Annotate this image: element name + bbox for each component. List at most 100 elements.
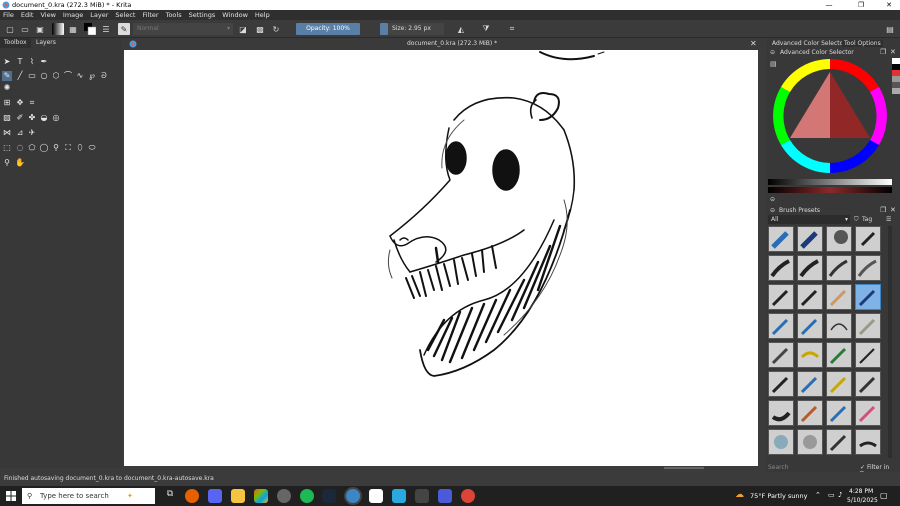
menu-settings[interactable]: Settings: [189, 11, 216, 19]
ellipse-select-icon[interactable]: ◌: [15, 143, 25, 153]
crop-tool-icon[interactable]: ⌗: [27, 98, 37, 108]
freehand-brush-icon[interactable]: ✎: [2, 71, 12, 81]
network-icon[interactable]: ▭: [828, 491, 835, 499]
clock-date[interactable]: 5/10/2025: [847, 497, 878, 504]
multibrush-icon[interactable]: ✺: [2, 83, 12, 93]
polygon-select-icon[interactable]: ⬠: [27, 143, 37, 153]
rectangle-tool-icon[interactable]: ▭: [27, 71, 37, 81]
opacity-slider[interactable]: Opacity: 100%: [296, 23, 360, 35]
maximize-button[interactable]: ❐: [850, 0, 872, 10]
assistant-tool-icon[interactable]: ⋈: [2, 128, 12, 138]
brush-preset[interactable]: [826, 284, 852, 310]
ellipse-tool-icon[interactable]: ○: [39, 71, 49, 81]
brush-preset[interactable]: [797, 371, 823, 397]
menu-view[interactable]: View: [40, 11, 55, 19]
brush-preset[interactable]: [768, 226, 794, 252]
mirror-vertical-icon[interactable]: ⧩: [480, 23, 492, 35]
krita-taskbar-icon[interactable]: [346, 489, 360, 503]
windows-start-icon[interactable]: [6, 491, 16, 501]
spotify-icon[interactable]: [300, 489, 314, 503]
steam-icon[interactable]: [322, 489, 336, 503]
weather-icon[interactable]: ☁: [735, 490, 744, 500]
eraser-toggle-icon[interactable]: ◪: [237, 23, 249, 35]
polygon-tool-icon[interactable]: ⬡: [51, 71, 61, 81]
reset-color-icon[interactable]: ⊝: [770, 196, 775, 203]
tag-label[interactable]: Tag: [862, 216, 872, 223]
app-icon[interactable]: [438, 489, 452, 503]
value-slider[interactable]: [768, 179, 892, 185]
menu-select[interactable]: Select: [115, 11, 135, 19]
brush-preset-selected[interactable]: [855, 284, 881, 310]
menu-window[interactable]: Window: [222, 11, 248, 19]
mirror-horizontal-icon[interactable]: ◭: [455, 23, 467, 35]
transform-tool-icon[interactable]: ⊞: [2, 98, 12, 108]
tab-tool-options[interactable]: Tool Options: [842, 40, 883, 47]
brush-preset[interactable]: [768, 400, 794, 426]
move-tool-icon[interactable]: ✥: [15, 98, 25, 108]
magnetic-select-icon[interactable]: ⬭: [87, 143, 97, 153]
brush-preset[interactable]: [768, 255, 794, 281]
brush-preset[interactable]: [855, 429, 881, 455]
minimize-button[interactable]: —: [818, 0, 840, 10]
float-icon[interactable]: ❐: [880, 48, 886, 56]
brush-preset[interactable]: [826, 429, 852, 455]
close-docker-icon[interactable]: ✕: [890, 48, 896, 56]
brush-preset[interactable]: [826, 342, 852, 368]
document-tab-title[interactable]: document_0.kra (272.3 MiB) *: [407, 40, 497, 47]
presets-scrollbar[interactable]: [888, 226, 892, 458]
gradient-tool-icon[interactable]: ▨: [2, 113, 12, 123]
float-presets-icon[interactable]: ❐: [880, 206, 886, 214]
brush-preset[interactable]: [797, 313, 823, 339]
brush-preset[interactable]: [826, 255, 852, 281]
blend-mode-select[interactable]: Normal ▾: [133, 23, 233, 35]
discord-icon[interactable]: [208, 489, 222, 503]
drawing-canvas[interactable]: [124, 50, 758, 466]
brush-preset[interactable]: [797, 226, 823, 252]
pan-tool-icon[interactable]: ✋: [15, 158, 25, 168]
polyline-tool-icon[interactable]: ⌒: [63, 71, 73, 81]
size-slider[interactable]: Size: 2.95 px: [388, 23, 444, 35]
close-window-button[interactable]: ✕: [878, 0, 900, 10]
bezier-tool-icon[interactable]: ∿: [75, 71, 85, 81]
new-document-icon[interactable]: ▢: [4, 23, 16, 35]
contiguous-select-icon[interactable]: ⚲: [51, 143, 61, 153]
select-shapes-icon[interactable]: ➤: [2, 57, 12, 67]
tag-icon[interactable]: ⛉: [854, 216, 859, 224]
brush-preset[interactable]: [826, 400, 852, 426]
menu-filter[interactable]: Filter: [142, 11, 158, 19]
brush-preset[interactable]: [797, 429, 823, 455]
menu-help[interactable]: Help: [255, 11, 270, 19]
color-history-strip[interactable]: [892, 58, 900, 138]
tray-chevron-icon[interactable]: ⌃: [815, 491, 821, 499]
menu-layer[interactable]: Layer: [90, 11, 108, 19]
app-icon[interactable]: [277, 489, 291, 503]
chrome-icon[interactable]: [461, 489, 475, 503]
clock-time[interactable]: 4:28 PM: [849, 488, 873, 495]
reload-preset-icon[interactable]: ↻: [270, 23, 282, 35]
lock-icon[interactable]: ⊝: [770, 49, 775, 56]
enclose-fill-icon[interactable]: ◎: [51, 113, 61, 123]
color-wheel[interactable]: [770, 58, 894, 174]
tab-layers[interactable]: Layers: [32, 38, 60, 48]
preset-search-input[interactable]: Search: [768, 464, 789, 471]
menu-image[interactable]: Image: [63, 11, 83, 19]
firefox-icon[interactable]: [185, 489, 199, 503]
freehand-path-icon[interactable]: ℘: [87, 71, 97, 81]
size-slider-fill[interactable]: [380, 23, 388, 35]
app-icon[interactable]: [369, 489, 383, 503]
open-document-icon[interactable]: ▭: [19, 23, 31, 35]
text-tool-icon[interactable]: T: [15, 57, 25, 67]
similar-select-icon[interactable]: ⛶: [63, 143, 73, 153]
scroll-thumb[interactable]: [664, 467, 704, 469]
lock-presets-icon[interactable]: ⊝: [770, 207, 775, 214]
vertical-scrollbar[interactable]: [758, 50, 764, 470]
app-icon[interactable]: [415, 489, 429, 503]
store-icon[interactable]: [254, 489, 268, 503]
dynamic-brush-icon[interactable]: ᘐ: [99, 71, 109, 81]
brush-preset[interactable]: [855, 255, 881, 281]
preserve-alpha-icon[interactable]: ▩: [254, 23, 266, 35]
preset-filter-select[interactable]: All ▾: [768, 215, 850, 224]
gradient-swatch-icon[interactable]: [52, 23, 64, 35]
menu-tools[interactable]: Tools: [166, 11, 182, 19]
notifications-icon[interactable]: ▢: [880, 491, 888, 500]
